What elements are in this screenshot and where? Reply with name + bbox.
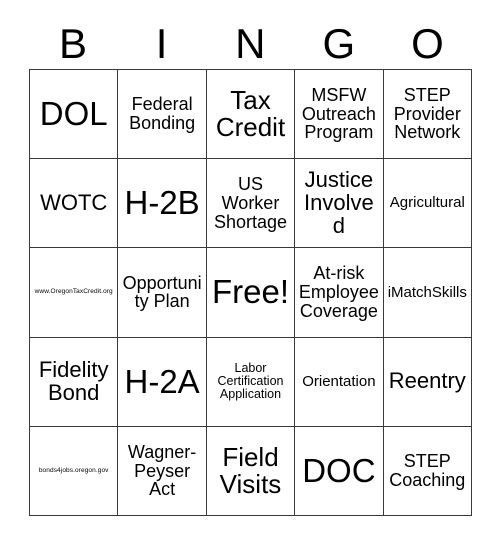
bingo-cell-label: Field Visits <box>219 441 282 499</box>
bingo-cell[interactable]: H-2B <box>118 159 207 249</box>
bingo-cell[interactable]: Wagner-Peyser Act <box>118 426 207 516</box>
bingo-cell[interactable]: Tax Credit <box>206 70 296 160</box>
bingo-cell[interactable]: STEP Coaching <box>383 426 472 516</box>
bingo-cell-free-space[interactable]: Free! <box>206 248 296 338</box>
bingo-header-row: B I N G O <box>29 18 472 69</box>
bingo-cell[interactable]: bonds4jobs.oregon.gov <box>30 426 119 516</box>
bingo-cell[interactable]: MSFW Outreach Program <box>295 70 384 160</box>
bingo-header-letter-g: G <box>322 19 356 67</box>
bingo-cell-label: bonds4jobs.oregon.gov <box>38 466 109 474</box>
bingo-cell-label: Fidelity Bond <box>38 356 109 405</box>
bingo-cell[interactable]: WOTC <box>30 159 119 249</box>
bingo-cell-label: H-2A <box>124 362 200 400</box>
bingo-cell-label: US Worker Shortage <box>213 174 288 232</box>
bingo-cell[interactable]: Labor Certification Application <box>206 337 296 427</box>
bingo-cell[interactable]: Federal Bonding <box>118 70 207 160</box>
bingo-cell-label: Free! <box>211 273 289 311</box>
bingo-cell[interactable]: Orientation <box>295 337 384 427</box>
bingo-cell[interactable]: Opportunity Plan <box>118 248 207 338</box>
bingo-cell[interactable]: Agricultural <box>383 159 472 249</box>
bingo-card: B I N G O DOL Federal Bonding Tax Credit… <box>0 0 500 544</box>
bingo-cell[interactable]: H-2A <box>118 337 207 427</box>
bingo-cell-label: Labor Certification Application <box>217 361 284 402</box>
bingo-cell[interactable]: Fidelity Bond <box>30 337 119 427</box>
bingo-header-letter-i: I <box>155 19 168 67</box>
bingo-cell-label: DOL <box>39 94 108 132</box>
bingo-header-letter-b: B <box>59 19 88 67</box>
bingo-cell[interactable]: At-risk Employee Coverage <box>295 248 384 338</box>
bingo-cell[interactable]: DOL <box>30 70 119 160</box>
bingo-cell[interactable]: US Worker Shortage <box>206 159 296 249</box>
bingo-cell-label: H-2B <box>124 184 200 222</box>
bingo-cell[interactable]: Reentry <box>383 337 472 427</box>
bingo-cell-label: www.OregonTaxCredit.org <box>34 288 113 296</box>
bingo-cell-label: Reentry <box>388 368 466 394</box>
bingo-cell-label: MSFW Outreach Program <box>301 85 376 143</box>
bingo-cell[interactable]: DOC <box>295 426 384 516</box>
bingo-cell-label: Wagner-Peyser Act <box>127 441 197 500</box>
bingo-grid: DOL Federal Bonding Tax Credit MSFW Outr… <box>29 69 472 516</box>
bingo-cell[interactable]: www.OregonTaxCredit.org <box>30 248 119 338</box>
bingo-cell-label: STEP Provider Network <box>393 85 461 143</box>
bingo-cell[interactable]: iMatchSkills <box>383 248 472 338</box>
bingo-cell-label: WOTC <box>40 189 108 215</box>
bingo-cell-label: At-risk Employee Coverage <box>298 263 379 321</box>
bingo-cell[interactable]: Field Visits <box>206 426 296 516</box>
bingo-cell-label: Justice Involved <box>304 166 374 238</box>
bingo-cell-label: Opportunity Plan <box>122 272 202 312</box>
bingo-header-letter-o: O <box>411 19 445 67</box>
bingo-cell[interactable]: STEP Provider Network <box>383 70 472 160</box>
bingo-header-letter-n: N <box>235 19 266 67</box>
bingo-cell-label: iMatchSkills <box>387 283 467 301</box>
bingo-cell-label: DOC <box>302 451 376 489</box>
bingo-cell-label: Agricultural <box>389 194 465 212</box>
bingo-cell-label: STEP Coaching <box>389 451 466 490</box>
bingo-cell-label: Orientation <box>302 372 376 390</box>
bingo-cell-label: Tax Credit <box>215 85 286 143</box>
bingo-cell[interactable]: Justice Involved <box>295 159 384 249</box>
bingo-cell-label: Federal Bonding <box>129 94 196 134</box>
